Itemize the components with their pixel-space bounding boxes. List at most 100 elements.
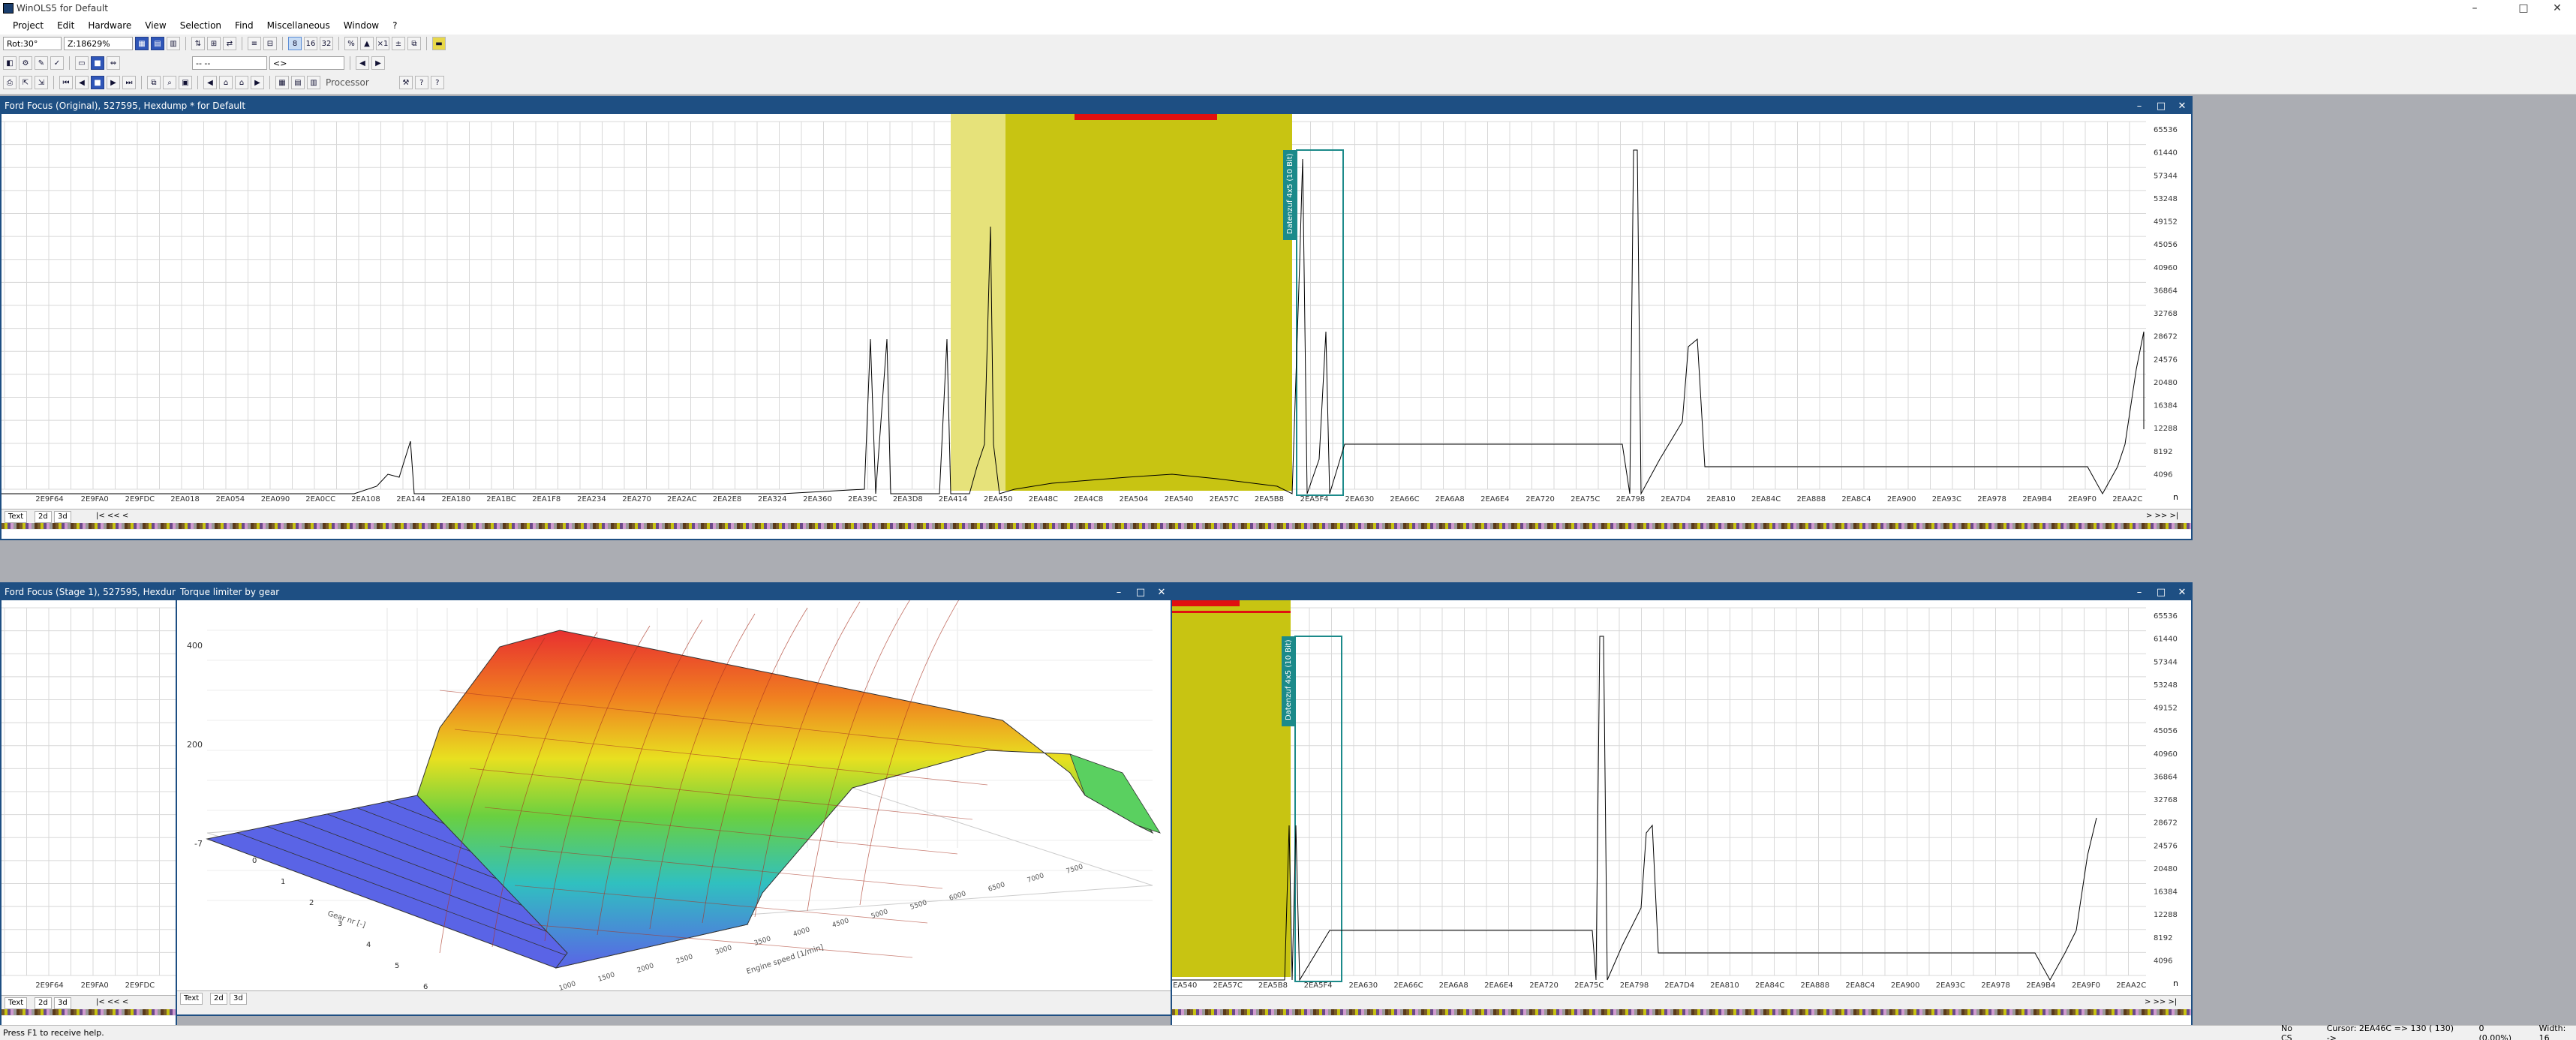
- bits-16-icon[interactable]: 16: [304, 37, 317, 50]
- export-icon[interactable]: ⇱: [19, 76, 32, 89]
- nav-right-buttons[interactable]: > >> >|: [2145, 998, 2177, 1006]
- bits-32-icon[interactable]: 32: [320, 37, 333, 50]
- tab-text[interactable]: Text: [5, 997, 28, 1009]
- delta-icon[interactable]: ▲: [360, 37, 374, 50]
- redo-icon[interactable]: ▶: [371, 56, 385, 70]
- hexdump-plot-stage1-right[interactable]: 65536 61440 57344 53248 49152 45056 40960 36864…: [1172, 600, 2191, 995]
- window-original-hexdump[interactable]: Ford Focus (Original), 527595, Hexdump *…: [0, 96, 2193, 540]
- dropdown-1[interactable]: -- --: [192, 56, 267, 70]
- checksum-icon[interactable]: ✓: [50, 56, 64, 70]
- menu-miscellaneous[interactable]: Miscellaneous: [260, 20, 337, 31]
- dropdown-2[interactable]: <>: [269, 56, 344, 70]
- tab-3d[interactable]: 3d: [54, 511, 71, 523]
- next-icon[interactable]: ▶: [107, 76, 120, 89]
- first-icon[interactable]: ⏮: [59, 76, 73, 89]
- rotation-field[interactable]: Rot:30°: [3, 37, 62, 50]
- menu-find[interactable]: Find: [228, 20, 260, 31]
- swap-icon[interactable]: ⇄: [223, 37, 236, 50]
- view-2d-icon[interactable]: ▤: [151, 37, 164, 50]
- window-stage1-minimize-icon[interactable]: –: [2130, 584, 2149, 600]
- byte-color-strip[interactable]: [2, 1009, 176, 1015]
- window-stage1-maximize-icon[interactable]: □: [2151, 584, 2171, 600]
- menu-project[interactable]: Project: [6, 20, 50, 31]
- table-icon[interactable]: ⊟: [263, 37, 277, 50]
- list-icon[interactable]: ▥: [307, 76, 320, 89]
- menu-window[interactable]: Window: [337, 20, 386, 31]
- torque-limiter-3d-surface[interactable]: 400200-70123456Gear nr [-]10001500200025…: [177, 600, 1171, 990]
- tab-text[interactable]: Text: [5, 511, 28, 523]
- window-original-minimize-icon[interactable]: –: [2130, 98, 2149, 114]
- menu-hardware[interactable]: Hardware: [81, 20, 138, 31]
- last-icon[interactable]: ⏭: [122, 76, 136, 89]
- table2-icon[interactable]: ▦: [275, 76, 289, 89]
- window-stage1-title-bar[interactable]: Ford Focus (Stage 1), 527595, Hexdum: [2, 584, 176, 600]
- tools2-icon[interactable]: ⚒: [398, 76, 413, 89]
- window-3d-maximize-icon[interactable]: □: [1131, 584, 1150, 600]
- window-3d-close-icon[interactable]: ✕: [1152, 584, 1171, 600]
- menu-edit[interactable]: Edit: [50, 20, 81, 31]
- menu-view[interactable]: View: [138, 20, 173, 31]
- columns-icon[interactable]: ⊞: [207, 37, 221, 50]
- window-original-close-icon[interactable]: ✕: [2172, 98, 2192, 114]
- highlight-icon[interactable]: ▬: [432, 37, 446, 50]
- compare-icon[interactable]: ⧉: [407, 37, 421, 50]
- chip-icon[interactable]: ▣: [179, 76, 192, 89]
- sign-icon[interactable]: ±: [392, 37, 405, 50]
- window-stage1-close-icon[interactable]: ✕: [2172, 584, 2192, 600]
- prev-icon[interactable]: ◀: [75, 76, 89, 89]
- minimize-button[interactable]: –: [2457, 0, 2492, 17]
- close-button[interactable]: ✕: [2540, 0, 2574, 17]
- find-icon[interactable]: ⌕: [163, 76, 176, 89]
- rows-icon[interactable]: ≡: [248, 37, 261, 50]
- import-icon[interactable]: ⇲: [35, 76, 48, 89]
- home-icon[interactable]: ⌂: [219, 76, 233, 89]
- undo-icon[interactable]: ◀: [356, 56, 369, 70]
- stop-icon[interactable]: ■: [91, 76, 104, 89]
- align-icon[interactable]: ⇅: [191, 37, 205, 50]
- tools-icon[interactable]: ⚙: [19, 56, 32, 70]
- print-icon[interactable]: ⎙: [3, 76, 17, 89]
- window-3d-minimize-icon[interactable]: –: [1109, 584, 1129, 600]
- byte-color-strip[interactable]: [2, 523, 2191, 529]
- copy-icon[interactable]: ⧉: [147, 76, 161, 89]
- hex-mode-icon[interactable]: ⇔: [107, 56, 120, 70]
- nav-left-buttons[interactable]: |< << <: [96, 998, 128, 1006]
- view-grid-icon[interactable]: ▥: [167, 37, 180, 50]
- processor-label[interactable]: Processor: [323, 77, 372, 88]
- context-help-icon[interactable]: ?: [430, 76, 444, 89]
- percent-icon[interactable]: %: [344, 37, 358, 50]
- byte-color-strip[interactable]: [1172, 1009, 2191, 1015]
- nav-left-buttons[interactable]: |< << <: [96, 512, 128, 520]
- tab-3d[interactable]: 3d: [230, 993, 247, 1005]
- bits-8-icon[interactable]: 8: [288, 37, 302, 50]
- tab-2d[interactable]: 2d: [35, 997, 52, 1009]
- save-icon[interactable]: ▤: [291, 76, 305, 89]
- nav-right-buttons[interactable]: > >> >|: [2146, 512, 2178, 520]
- hat-icon[interactable]: ⌂: [235, 76, 248, 89]
- window-stage1-hexdump-right[interactable]: – □ ✕ 65536 61440 57344 53248 49152 45056 4096…: [1171, 582, 2193, 1026]
- zoom-field[interactable]: Z:18629%: [64, 37, 133, 50]
- menu-help[interactable]: ?: [386, 20, 404, 31]
- edit-icon[interactable]: ✎: [35, 56, 48, 70]
- window-icon[interactable]: ▭: [75, 56, 89, 70]
- window-stage1-right-title-bar[interactable]: – □ ✕: [1172, 584, 2191, 600]
- window-original-title-bar[interactable]: Ford Focus (Original), 527595, Hexdump *…: [2, 98, 2191, 114]
- window-3d-title-bar[interactable]: Torque limiter by gear – □ ✕: [177, 584, 1171, 600]
- window-stage1-hexdump[interactable]: Ford Focus (Stage 1), 527595, Hexdum 2E9…: [0, 582, 177, 1026]
- tab-text[interactable]: Text: [180, 993, 203, 1005]
- tab-2d[interactable]: 2d: [35, 511, 52, 523]
- factor-icon[interactable]: ×1: [376, 37, 389, 50]
- tab-3d[interactable]: 3d: [54, 997, 71, 1009]
- hexdump-plot-stage1[interactable]: 2E9F64 2E9FA0 2E9FDC: [2, 600, 176, 995]
- hexdump-plot-original[interactable]: 65536 61440 57344 53248 49152 45056 40960 36864…: [2, 114, 2191, 509]
- project-icon[interactable]: ◧: [3, 56, 17, 70]
- help-icon[interactable]: ?: [414, 76, 428, 89]
- maximize-button[interactable]: □: [2506, 0, 2541, 17]
- map-icon[interactable]: ■: [91, 56, 104, 70]
- view-hex-icon[interactable]: ▦: [135, 37, 149, 50]
- window-torque-limiter-3d[interactable]: Torque limiter by gear – □ ✕ 400 200 -7 0 1 2…: [176, 582, 1172, 1016]
- menu-selection[interactable]: Selection: [173, 20, 228, 31]
- tab-2d[interactable]: 2d: [210, 993, 227, 1005]
- right-icon[interactable]: ▶: [251, 76, 264, 89]
- left-icon[interactable]: ◀: [203, 76, 217, 89]
